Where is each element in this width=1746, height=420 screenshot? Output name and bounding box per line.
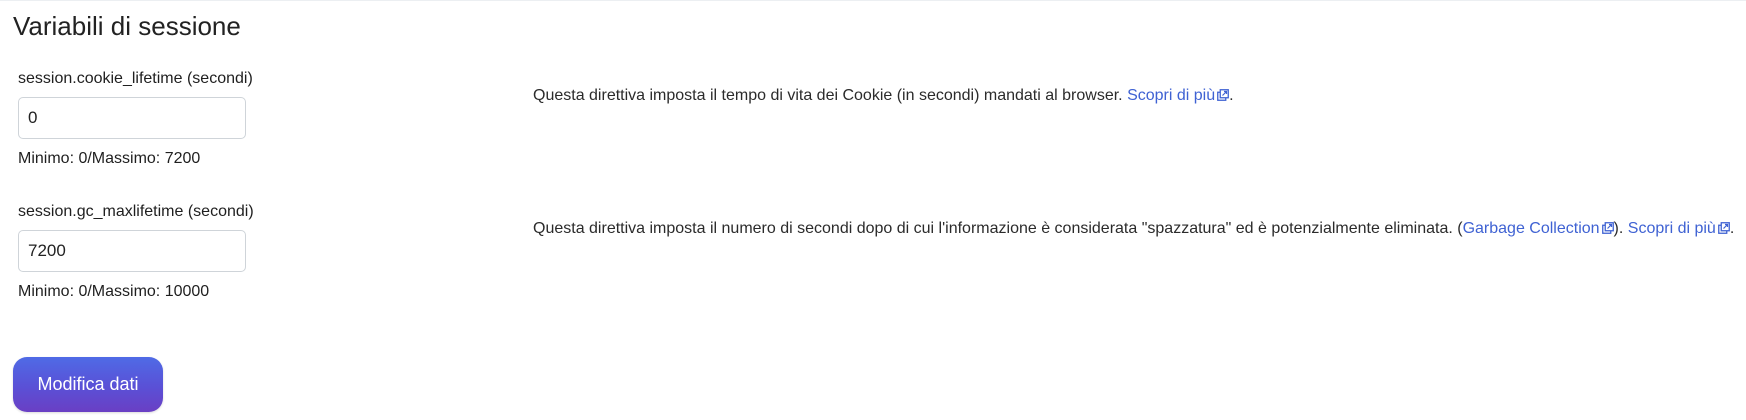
gc-maxlifetime-description-text: Questa direttiva imposta il numero di se… xyxy=(533,220,1463,237)
top-divider xyxy=(0,0,1746,1)
cookie-lifetime-description-text: Questa direttiva imposta il tempo di vit… xyxy=(533,87,1128,104)
garbage-collection-label: Garbage Collection xyxy=(1462,220,1600,237)
external-link-icon xyxy=(1217,89,1230,101)
cookie-lifetime-input[interactable] xyxy=(18,97,246,139)
external-link-icon xyxy=(1601,222,1614,234)
gc-maxlifetime-description: Questa direttiva imposta il numero di se… xyxy=(533,218,1734,240)
description-period: . xyxy=(1229,87,1234,104)
cookie-lifetime-range: Minimo: 0/Massimo: 7200 xyxy=(18,150,201,167)
gc-maxlifetime-range: Minimo: 0/Massimo: 10000 xyxy=(18,283,210,300)
description-period: . xyxy=(1729,220,1735,237)
section-title: Variabili di sessione xyxy=(13,11,241,41)
gc-maxlifetime-learn-more-link[interactable]: Scopri di più xyxy=(1628,220,1730,237)
cookie-lifetime-learn-more-link[interactable]: Scopri di più xyxy=(1127,87,1230,104)
description-middle: ). xyxy=(1613,220,1628,237)
submit-button[interactable]: Modifica dati xyxy=(13,357,163,412)
session-settings-page: Variabili di sessione session.cookie_lif… xyxy=(0,0,1746,420)
garbage-collection-link[interactable]: Garbage Collection xyxy=(1463,220,1614,237)
external-link-icon xyxy=(1717,222,1730,234)
cookie-lifetime-label: session.cookie_lifetime (secondi) xyxy=(18,70,253,87)
learn-more-label: Scopri di più xyxy=(1127,87,1216,104)
learn-more-label: Scopri di più xyxy=(1627,220,1716,237)
gc-maxlifetime-input[interactable] xyxy=(18,230,246,272)
gc-maxlifetime-label: session.gc_maxlifetime (secondi) xyxy=(18,203,254,220)
cookie-lifetime-description: Questa direttiva imposta il tempo di vit… xyxy=(533,85,1234,107)
